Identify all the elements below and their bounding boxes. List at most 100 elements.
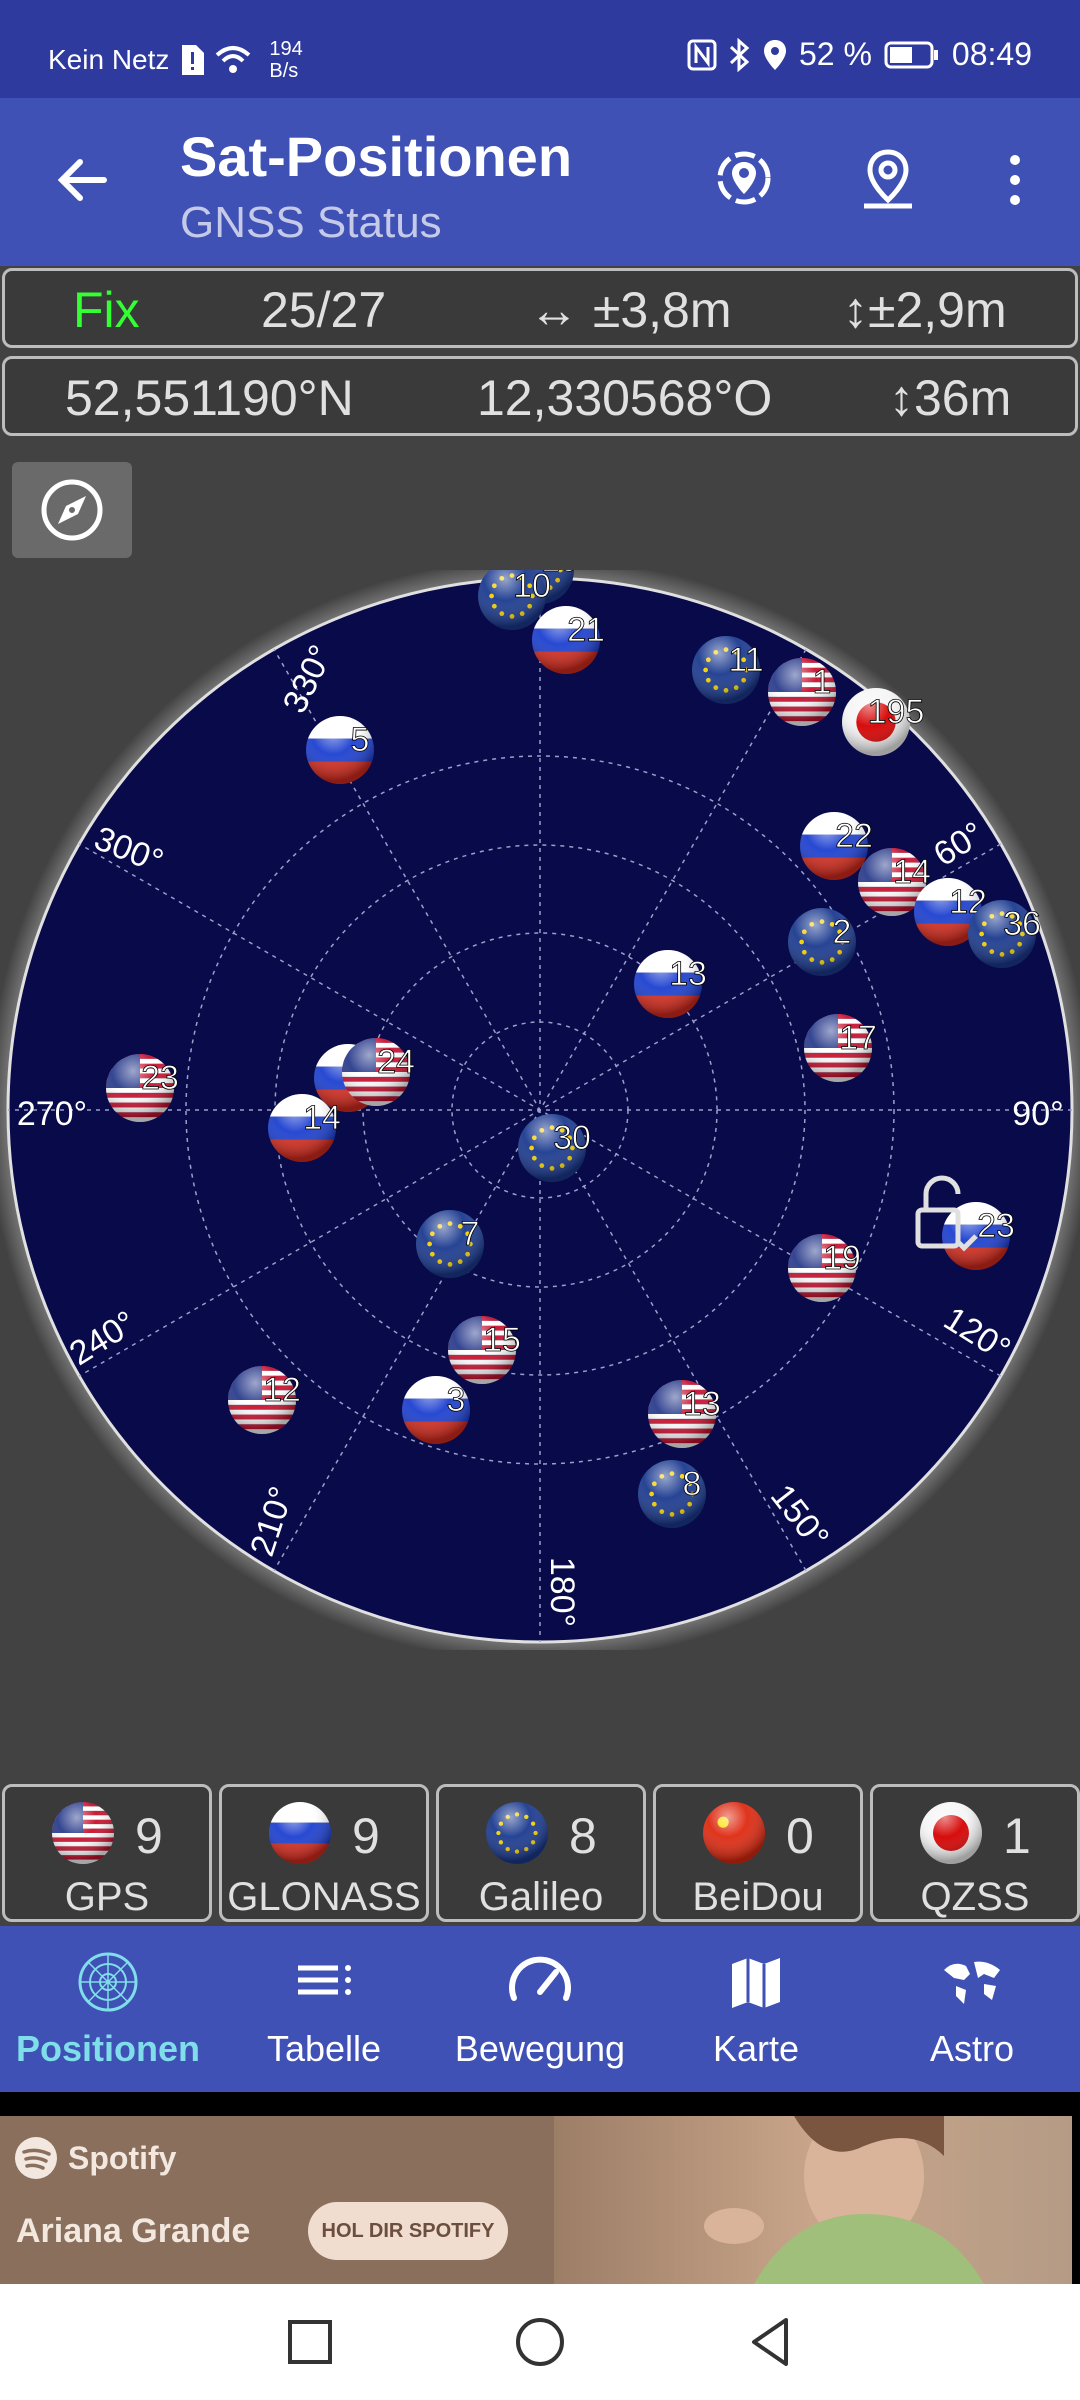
satellite-id: 10 [513, 570, 551, 605]
constellation-gps: 9 GPS [2, 1784, 212, 1922]
back-arrow-icon[interactable] [52, 150, 112, 210]
app-bar: Sat-Positionen GNSS Status [0, 98, 1080, 266]
satellite-id: 195 [868, 693, 925, 731]
longitude: 12,330568°O [477, 370, 773, 426]
satellite-id: 15 [483, 1321, 521, 1359]
fix-status: Fix [73, 282, 140, 338]
satellite-marker[interactable]: 7 [416, 1210, 484, 1278]
satellite-marker[interactable]: 1 [768, 658, 836, 726]
bluetooth-icon [729, 37, 750, 72]
satellite-id: 2 [833, 913, 852, 951]
nav-label: Tabelle [266, 2028, 382, 2069]
direction-label: 90° [1012, 1095, 1063, 1133]
satellite-id: 7 [461, 1215, 480, 1253]
satellite-id: 12 [263, 1371, 301, 1409]
map-icon [732, 1958, 780, 2008]
nav-positionen[interactable]: Positionen [0, 1926, 216, 2092]
map-pin-icon[interactable] [856, 148, 920, 212]
satellite-id: 22 [835, 817, 873, 855]
home-icon[interactable] [512, 2314, 568, 2370]
recent-apps-icon[interactable] [282, 2314, 338, 2370]
galileo-flag-icon [486, 1802, 548, 1864]
direction-label: 270° [17, 1095, 87, 1133]
ad-photo-shapes [704, 2106, 984, 2284]
constellation-count: 1 [1003, 1808, 1031, 1864]
system-navigation-bar [0, 2284, 1080, 2400]
vertical-accuracy: ↕±2,9m [843, 282, 1007, 338]
battery-icon [884, 41, 938, 68]
location-target-icon[interactable] [712, 148, 776, 212]
direction-label: 180° [543, 1557, 581, 1627]
list-icon [298, 1965, 351, 1995]
ad-brand-label: Spotify [68, 2139, 177, 2176]
constellation-count: 0 [786, 1808, 814, 1864]
latitude: 52,551190°N [65, 370, 354, 426]
satellite-id: 8 [683, 1465, 702, 1503]
horizontal-accuracy: ↔ ±3,8m [529, 282, 732, 338]
satellite-id: 23 [141, 1059, 179, 1097]
satellite-marker[interactable]: 8 [638, 1460, 706, 1528]
gps-flag-icon [52, 1802, 114, 1864]
satellite-id: 5 [351, 721, 370, 759]
nav-label: Positionen [15, 2028, 200, 2069]
nav-label: Karte [712, 2028, 800, 2069]
battery-percent: 52 % [798, 36, 872, 72]
nav-tabelle[interactable]: Tabelle [216, 1926, 432, 2092]
satellite-id: 11 [728, 641, 763, 679]
constellation-qzss: 1 QZSS [870, 1784, 1080, 1922]
satellite-id: 13 [669, 955, 707, 993]
satellite-id: 14 [893, 853, 931, 891]
fix-info-row: Fix 25/27 ↔ ±3,8m ↕±2,9m [2, 268, 1078, 348]
compass-icon [41, 479, 103, 541]
nfc-icon [687, 39, 717, 70]
nav-karte[interactable]: Karte [648, 1926, 864, 2092]
net-speed: 194 B/s [269, 38, 303, 82]
bottom-navigation: Positionen Tabelle Bewegung Karte Astro [0, 1926, 1080, 2092]
clock: 08:49 [951, 36, 1032, 72]
satellite-id: 23 [977, 1207, 1015, 1245]
satellite-id: 19 [823, 1239, 861, 1277]
more-options-icon[interactable] [1000, 148, 1030, 212]
ad-image [554, 2106, 1072, 2284]
satellite-id: 24 [377, 1043, 415, 1081]
satellite-id: 1 [813, 663, 832, 701]
constellation-count: 8 [569, 1808, 597, 1864]
nav-label: Bewegung [454, 2028, 626, 2069]
page-subtitle: GNSS Status [180, 198, 442, 247]
back-icon[interactable] [742, 2314, 798, 2370]
status-bar: Kein Netz 194 B/s 52 % 08:49 [0, 0, 1080, 98]
satellite-id: 30 [553, 1119, 591, 1157]
ad-banner[interactable]: Spotify Ariana Grande HOL DIR SPOTIFY [0, 2106, 1080, 2284]
radar-icon [78, 1952, 138, 2012]
ad-cta-button[interactable]: HOL DIR SPOTIFY [308, 2202, 508, 2260]
satellite-id: 14 [303, 1099, 341, 1137]
constellation-name: GLONASS [227, 1875, 421, 1919]
world-icon [944, 1961, 1000, 2004]
satellite-marker[interactable]: 2 [788, 908, 856, 976]
satellite-id: 3 [447, 1381, 466, 1419]
satellite-marker[interactable]: 3 [402, 1376, 470, 1444]
nav-astro[interactable]: Astro [864, 1926, 1080, 2092]
compass-toggle-button[interactable] [12, 462, 132, 558]
page-title: Sat-Positionen [180, 125, 573, 188]
constellation-glonass: 9 GLONASS [219, 1784, 429, 1922]
altitude: ↕36m [889, 370, 1012, 426]
satellite-id: 13 [683, 1385, 721, 1423]
satellite-marker[interactable]: 5 [306, 716, 374, 784]
constellation-count: 9 [135, 1808, 163, 1864]
sky-plot: 330°300° 60°270° 90°240° 120°210° 150°180° 1… [0, 570, 1080, 1650]
coordinates-row: 52,551190°N 12,330568°O ↕36m [2, 356, 1078, 436]
constellation-name: GPS [64, 1875, 150, 1919]
nav-bewegung[interactable]: Bewegung [432, 1926, 648, 2092]
carrier-label: Kein Netz [48, 44, 170, 75]
constellation-beidou: 0 BeiDou [653, 1784, 863, 1922]
sim-alert-icon [182, 45, 205, 75]
satellites-used: 25/27 [261, 282, 387, 338]
satellite-id: 36 [1003, 905, 1041, 943]
ad-text-panel: Spotify Ariana Grande HOL DIR SPOTIFY [0, 2116, 554, 2284]
nav-label: Astro [929, 2028, 1015, 2069]
constellation-count: 9 [352, 1808, 380, 1864]
glonass-flag-icon [269, 1802, 331, 1864]
speedometer-icon [509, 1956, 571, 2001]
satellite-id: 17 [839, 1019, 877, 1057]
